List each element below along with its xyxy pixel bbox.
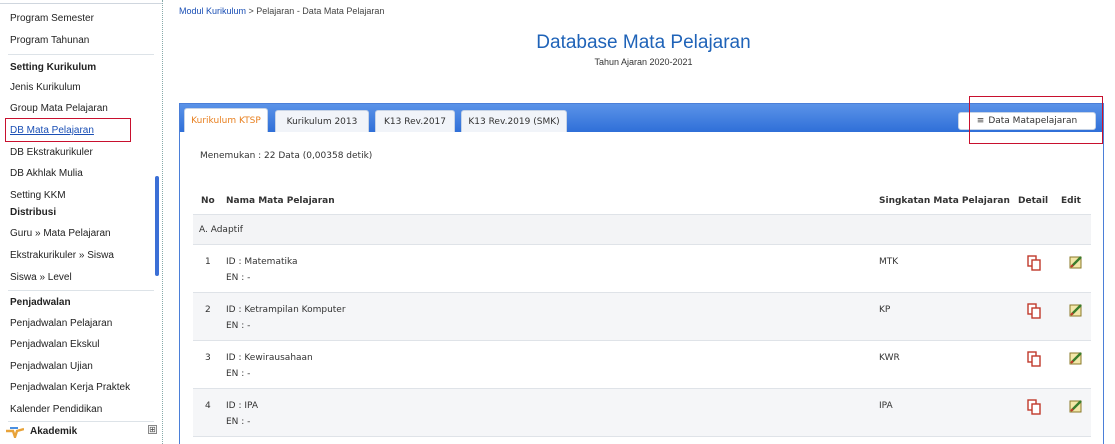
col-short: Singkatan Mata Pelajaran [879, 196, 1010, 206]
edit-icon[interactable] [1069, 303, 1083, 317]
sidebar-item-db-akhlak-mulia[interactable]: DB Akhlak Mulia [10, 168, 83, 179]
sidebar: Program Semester Program Tahunan Setting… [0, 0, 163, 444]
table-header: No Nama Mata Pelajaran Singkatan Mata Pe… [193, 185, 1091, 215]
table-body: 1 ID : Matematika EN : - MTK 2 ID : Ketrampil… [193, 245, 1091, 437]
tab-kurikulum-2013[interactable]: Kurikulum 2013 [275, 110, 369, 132]
subject-name-en: EN : - [226, 369, 251, 379]
row-number: 3 [205, 353, 211, 363]
page-subtitle: Tahun Ajaran 2020-2021 [594, 57, 693, 67]
akademik-icon [6, 426, 25, 441]
sidebar-heading-penjadwalan: Penjadwalan [10, 297, 71, 308]
sidebar-item-kalender-pendidikan[interactable]: Kalender Pendidikan [10, 404, 102, 415]
sidebar-heading-setting: Setting Kurikulum [10, 62, 97, 73]
group-label: A. Adaptif [199, 225, 243, 235]
subject-name-en: EN : - [226, 417, 251, 427]
sidebar-heading-distribusi: Distribusi [10, 207, 57, 218]
detail-icon[interactable] [1027, 303, 1041, 319]
table-row: 4 ID : IPA EN : - IPA [193, 389, 1091, 437]
subject-name-en: EN : - [226, 273, 251, 283]
sidebar-item-penjadwalan-ekskul[interactable]: Penjadwalan Ekskul [10, 339, 100, 350]
edit-icon[interactable] [1069, 351, 1083, 365]
sidebar-item-setting-kkm[interactable]: Setting KKM [10, 190, 66, 201]
sidebar-divider [8, 290, 154, 291]
sidebar-top-border [0, 3, 162, 4]
row-number: 4 [205, 401, 211, 411]
sidebar-item-program-semester[interactable]: Program Semester [10, 13, 94, 24]
table-row: 3 ID : Kewirausahaan EN : - KWR [193, 341, 1091, 389]
subject-name-id: ID : Matematika [226, 257, 298, 267]
curriculum-panel: Kurikulum KTSP Kurikulum 2013 K13 Rev.20… [179, 103, 1104, 444]
sidebar-item-penjadwalan-ujian[interactable]: Penjadwalan Ujian [10, 361, 93, 372]
table-row: 1 ID : Matematika EN : - MTK [193, 245, 1091, 293]
group-row: A. Adaptif [193, 215, 1091, 245]
breadcrumb-rest: > Pelajaran - Data Mata Pelajaran [246, 6, 385, 16]
expand-icon[interactable]: ⊞ [148, 425, 157, 434]
subject-name-id: ID : Kewirausahaan [226, 353, 313, 363]
col-edit: Edit [1061, 196, 1081, 206]
sidebar-item-penjadwalan-pelajaran[interactable]: Penjadwalan Pelajaran [10, 318, 112, 329]
tab-kurikulum-ktsp[interactable]: Kurikulum KTSP [184, 108, 268, 132]
sidebar-item-db-ekstrakurikuler[interactable]: DB Ekstrakurikuler [10, 147, 93, 158]
sidebar-item-program-tahunan[interactable]: Program Tahunan [10, 35, 89, 46]
result-count: Menemukan : 22 Data (0,00358 detik) [200, 151, 373, 161]
sidebar-item-akademik-label: Akademik [30, 426, 78, 437]
sidebar-divider [8, 54, 154, 55]
tab-k13-rev-2019-smk[interactable]: K13 Rev.2019 (SMK) [461, 110, 567, 132]
sidebar-item-akademik[interactable]: Akademik [6, 426, 78, 441]
subject-name-en: EN : - [226, 321, 251, 331]
detail-icon[interactable] [1027, 255, 1041, 271]
sidebar-item-guru-mapel[interactable]: Guru » Mata Pelajaran [10, 228, 111, 239]
subject-short: MTK [879, 257, 899, 267]
main-content: Modul Kurikulum > Pelajaran - Data Mata … [172, 0, 1115, 444]
detail-icon[interactable] [1027, 399, 1041, 415]
tab-bar: Kurikulum KTSP Kurikulum 2013 K13 Rev.20… [180, 104, 1103, 132]
tab-k13-rev-2017[interactable]: K13 Rev.2017 [375, 110, 455, 132]
sidebar-item-jenis-kurikulum[interactable]: Jenis Kurikulum [10, 82, 81, 93]
subject-short: IPA [879, 401, 893, 411]
row-number: 2 [205, 305, 211, 315]
sidebar-item-penjadwalan-kerja-praktek[interactable]: Penjadwalan Kerja Praktek [10, 382, 130, 393]
active-item-highlight [5, 118, 131, 142]
button-highlight [969, 96, 1103, 144]
col-name: Nama Mata Pelajaran [226, 196, 335, 206]
col-no: No [201, 196, 215, 206]
row-number: 1 [205, 257, 211, 267]
subjects-table: No Nama Mata Pelajaran Singkatan Mata Pe… [193, 185, 1091, 437]
page-title: Database Mata Pelajaran [536, 32, 751, 53]
sidebar-scrollbar[interactable] [155, 176, 159, 276]
sidebar-item-ekskul-siswa[interactable]: Ekstrakurikuler » Siswa [10, 250, 114, 261]
breadcrumb: Modul Kurikulum > Pelajaran - Data Mata … [179, 6, 384, 16]
detail-icon[interactable] [1027, 351, 1041, 367]
col-detail: Detail [1018, 196, 1049, 206]
subject-name-id: ID : IPA [226, 401, 259, 411]
subject-short: KWR [879, 353, 900, 363]
sidebar-item-siswa-level[interactable]: Siswa » Level [10, 272, 72, 283]
edit-icon[interactable] [1069, 399, 1083, 413]
subject-short: KP [879, 305, 891, 315]
subject-name-id: ID : Ketrampilan Komputer [226, 305, 346, 315]
sidebar-item-group-mata-pelajaran[interactable]: Group Mata Pelajaran [10, 103, 108, 114]
sidebar-divider [8, 421, 154, 422]
table-row: 2 ID : Ketrampilan Komputer EN : - KP [193, 293, 1091, 341]
breadcrumb-link[interactable]: Modul Kurikulum [179, 6, 246, 16]
edit-icon[interactable] [1069, 255, 1083, 269]
